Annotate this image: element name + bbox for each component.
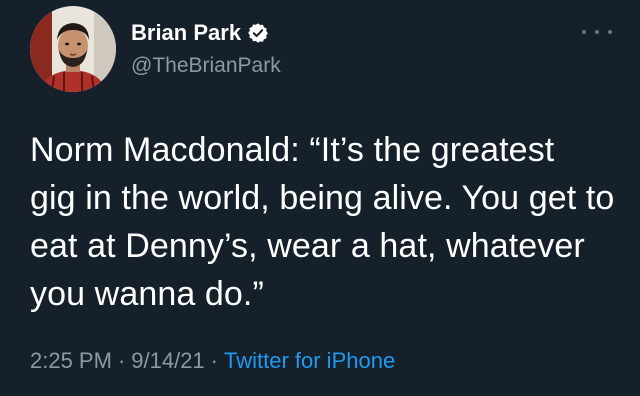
tweet-text-line: you wanna do.”	[30, 275, 264, 313]
verified-badge-icon	[248, 23, 268, 43]
tweet-date[interactable]: 9/14/21	[131, 348, 204, 373]
tweet-text-line: gig in the world, being alive. You get t…	[30, 179, 615, 217]
tweet-card: Brian Park @TheBrianPark Norm Macdonald:…	[0, 0, 640, 396]
tweet-meta: 2:25 PM · 9/14/21 · Twitter for iPhone	[30, 348, 395, 374]
avatar[interactable]	[30, 6, 116, 92]
author-name-row[interactable]: Brian Park	[131, 20, 269, 46]
tweet-time[interactable]: 2:25 PM	[30, 348, 112, 373]
tweet-source-link[interactable]: Twitter for iPhone	[224, 348, 395, 373]
author-handle[interactable]: @TheBrianPark	[131, 54, 281, 78]
tweet-text: Norm Macdonald: “It’s the greatest gig i…	[30, 126, 620, 318]
more-options-button[interactable]	[582, 24, 612, 40]
more-options-icon	[595, 30, 599, 34]
tweet-text-line: Norm Macdonald: “It’s the greatest	[30, 131, 555, 169]
meta-separator: ·	[210, 348, 218, 373]
meta-separator: ·	[117, 348, 126, 373]
avatar-image	[30, 6, 116, 92]
more-options-icon	[582, 30, 586, 34]
more-options-icon	[608, 30, 612, 34]
author-name[interactable]: Brian Park	[131, 20, 241, 46]
tweet-text-line: eat at Denny’s, wear a hat, whatever	[30, 227, 585, 265]
